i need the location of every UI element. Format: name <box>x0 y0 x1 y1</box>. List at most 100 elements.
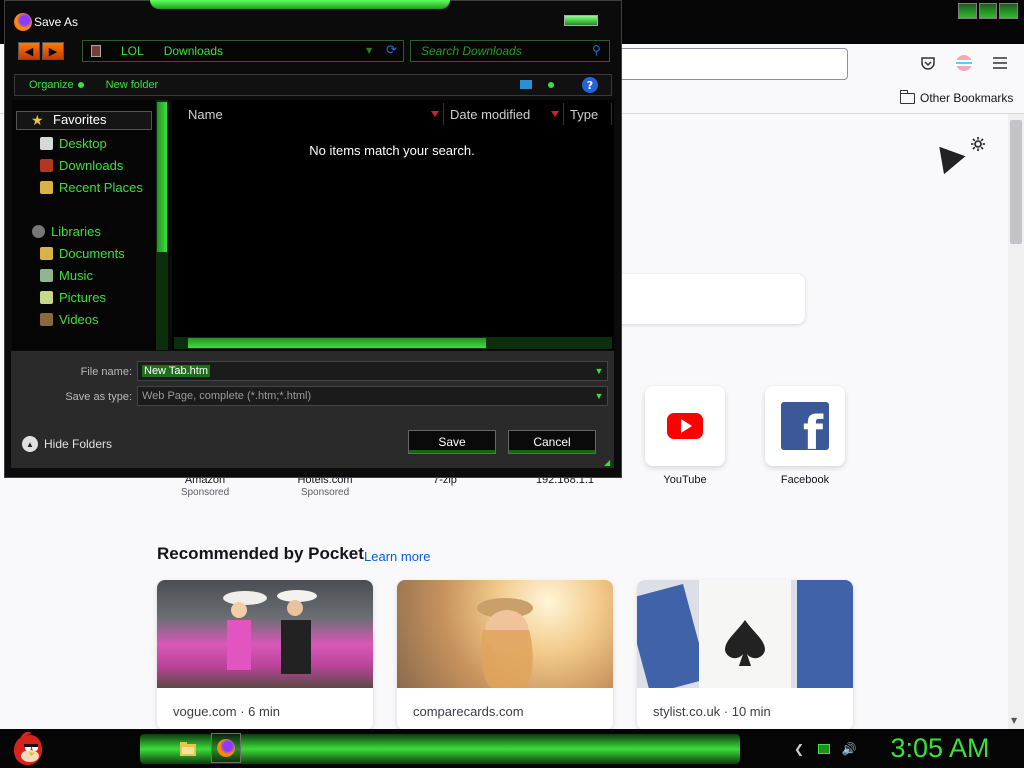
favorites-list: Desktop Downloads Recent Places <box>40 132 143 198</box>
view-options-icon[interactable] <box>548 82 554 88</box>
documents-icon <box>40 246 53 260</box>
file-name-input[interactable]: New Tab.htm ▼ <box>137 361 608 381</box>
hide-folders-button[interactable]: ▲ Hide Folders <box>22 436 112 452</box>
address-breadcrumb[interactable]: LOL Downloads <box>82 40 404 62</box>
shortcut-facebook[interactable]: f <box>765 386 845 466</box>
shortcut-label-facebook[interactable]: Facebook <box>745 474 865 486</box>
libraries-header[interactable]: Libraries <box>32 220 101 242</box>
maximize-button[interactable] <box>978 3 998 19</box>
menu-icon[interactable] <box>990 53 1010 73</box>
dialog-close-button[interactable] <box>564 15 598 26</box>
settings-gear-icon[interactable] <box>968 134 988 154</box>
story-source: comparecards.com <box>413 704 524 719</box>
column-label: Name <box>188 107 223 122</box>
favorites-header[interactable]: ★ Favorites <box>16 111 152 130</box>
web-search-box[interactable] <box>606 274 805 324</box>
pictures-icon <box>40 290 53 304</box>
back-button[interactable]: ◀ <box>18 42 40 60</box>
show-hidden-icons-icon[interactable]: ❮ <box>790 740 808 758</box>
shortcut-label-youtube[interactable]: YouTube <box>625 474 745 486</box>
dropdown-arrow-icon[interactable]: ▼ <box>591 387 607 405</box>
save-button[interactable]: Save <box>408 430 496 454</box>
save-type-label: Save as type: <box>65 391 132 403</box>
sort-arrow-icon[interactable] <box>551 111 559 117</box>
pocket-card[interactable]: stylist.co.uk · 10 min <box>637 580 853 730</box>
shortcut-youtube[interactable] <box>645 386 725 466</box>
column-date-modified[interactable]: Date modified <box>444 103 564 125</box>
collapse-icon: ▲ <box>22 436 38 452</box>
mouse-cursor-icon <box>928 137 966 175</box>
volume-icon[interactable]: 🔊 <box>840 740 858 758</box>
nav-item-label: Desktop <box>59 135 107 151</box>
sort-arrow-icon[interactable] <box>431 111 439 117</box>
story-source: vogue.com · 6 min <box>173 704 280 719</box>
star-icon: ★ <box>31 112 44 128</box>
pocket-card[interactable]: comparecards.com <box>397 580 613 730</box>
scroll-down-arrow-icon[interactable]: ▼ <box>1011 716 1017 725</box>
nav-item-pictures[interactable]: Pictures <box>40 286 125 308</box>
address-bar[interactable] <box>600 48 848 80</box>
nav-item-documents[interactable]: Documents <box>40 242 125 264</box>
nav-scroll-thumb[interactable] <box>157 102 167 252</box>
close-window-button[interactable] <box>999 3 1019 19</box>
file-name-value: New Tab.htm <box>142 365 210 377</box>
facebook-icon: f <box>781 402 829 450</box>
other-bookmarks[interactable]: Other Bookmarks <box>899 89 1014 107</box>
new-folder-button[interactable]: New folder <box>106 79 159 91</box>
page-scroll-thumb[interactable] <box>1010 120 1022 244</box>
save-type-select[interactable]: Web Page, complete (*.htm;*.html) ▼ <box>137 386 608 406</box>
story-image <box>157 580 373 688</box>
other-bookmarks-label: Other Bookmarks <box>920 91 1014 105</box>
firefox-icon <box>14 13 32 31</box>
file-list-scroll-thumb[interactable] <box>188 338 486 348</box>
resize-grip-icon[interactable]: ◢ <box>604 458 610 467</box>
desktop-icon <box>40 136 53 150</box>
organize-button[interactable]: Organize <box>29 79 84 91</box>
dropdown-arrow-icon[interactable]: ▼ <box>366 46 372 55</box>
dropdown-arrow-icon[interactable]: ▼ <box>591 362 607 380</box>
dialog-glow <box>150 0 450 9</box>
refresh-icon[interactable]: ⟳ <box>386 43 397 58</box>
cancel-button[interactable]: Cancel <box>508 430 596 454</box>
file-name-label: File name: <box>80 366 132 378</box>
taskbar-clock[interactable]: 3:05 AM <box>870 730 1010 766</box>
search-icon[interactable]: ⚲ <box>592 43 601 57</box>
recent-places-icon <box>40 180 53 194</box>
start-button[interactable] <box>8 730 46 768</box>
help-icon[interactable]: ? <box>582 77 598 93</box>
nav-item-label: Recent Places <box>59 179 143 195</box>
taskbar-explorer[interactable] <box>173 734 203 764</box>
save-type-value: Web Page, complete (*.htm;*.html) <box>142 390 312 402</box>
music-icon <box>40 268 53 282</box>
search-input[interactable]: Search Downloads <box>410 40 610 62</box>
forward-button[interactable]: ▶ <box>42 42 64 60</box>
nav-item-desktop[interactable]: Desktop <box>40 132 143 154</box>
learn-more-link[interactable]: Learn more <box>364 549 430 564</box>
nav-item-label: Videos <box>59 311 99 327</box>
folder-icon <box>91 45 101 57</box>
window-controls[interactable] <box>958 3 1019 19</box>
breadcrumb-item[interactable]: LOL <box>121 44 144 58</box>
minimize-button[interactable] <box>958 3 977 19</box>
empty-message: No items match your search. <box>309 143 475 158</box>
nav-item-label: Music <box>59 267 93 283</box>
action-center-icon[interactable] <box>815 740 833 758</box>
pocket-icon[interactable] <box>918 53 938 73</box>
nav-item-downloads[interactable]: Downloads <box>40 154 143 176</box>
column-label: Date modified <box>450 107 531 122</box>
breadcrumb-item[interactable]: Downloads <box>164 44 223 58</box>
nav-item-videos[interactable]: Videos <box>40 308 125 330</box>
account-avatar-icon[interactable] <box>954 53 974 73</box>
downloads-icon <box>40 158 53 172</box>
pocket-card[interactable]: vogue.com · 6 min <box>157 580 373 730</box>
youtube-icon <box>667 413 703 439</box>
column-name[interactable]: Name <box>172 103 444 125</box>
story-image <box>397 580 613 688</box>
column-type[interactable]: Type <box>564 103 612 125</box>
firefox-icon <box>217 739 235 757</box>
nav-item-recent-places[interactable]: Recent Places <box>40 176 143 198</box>
taskbar-firefox[interactable] <box>211 733 241 763</box>
nav-item-label: Downloads <box>59 157 124 173</box>
nav-item-music[interactable]: Music <box>40 264 125 286</box>
view-icon[interactable] <box>520 80 532 89</box>
